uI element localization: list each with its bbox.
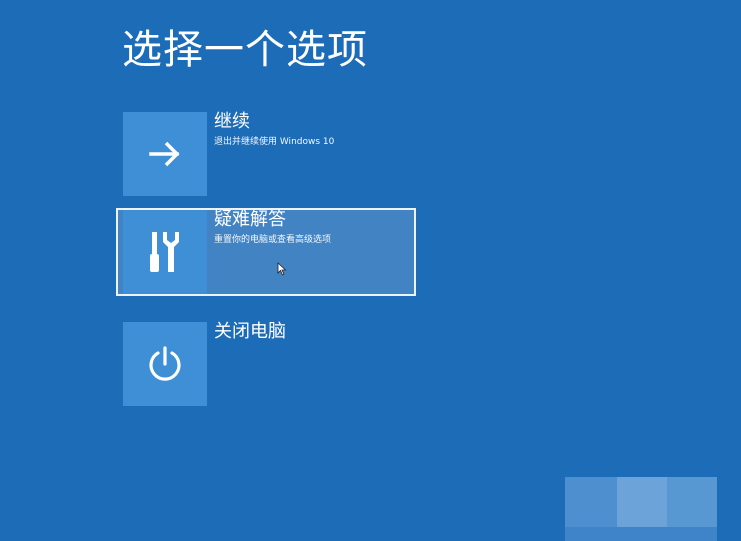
page-title: 选择一个选项 — [122, 27, 368, 73]
pixelated-watermark — [617, 477, 667, 527]
pixelated-watermark — [667, 477, 717, 527]
troubleshoot-description: 重置你的电脑或查看高级选项 — [214, 235, 332, 245]
shutdown-tile[interactable] — [123, 322, 207, 406]
continue-tile[interactable] — [123, 112, 207, 196]
pixelated-watermark — [565, 527, 717, 541]
power-icon — [149, 346, 181, 381]
tools-icon — [150, 232, 179, 272]
shutdown-label: 关闭电脑 — [214, 321, 286, 342]
troubleshoot-label: 疑难解答 — [214, 209, 286, 230]
continue-label: 继续 — [214, 111, 250, 132]
shutdown-option[interactable]: 关闭电脑 — [116, 320, 416, 408]
pixelated-watermark — [565, 477, 617, 527]
troubleshoot-tile[interactable] — [123, 210, 207, 294]
continue-option[interactable]: 继续 退出并继续使用 Windows 10 — [116, 110, 416, 198]
troubleshoot-option[interactable]: 疑难解答 重置你的电脑或查看高级选项 — [116, 208, 416, 296]
continue-description: 退出并继续使用 Windows 10 — [214, 137, 335, 147]
arrow-right-icon — [149, 141, 180, 167]
mouse-cursor-icon — [277, 262, 287, 276]
